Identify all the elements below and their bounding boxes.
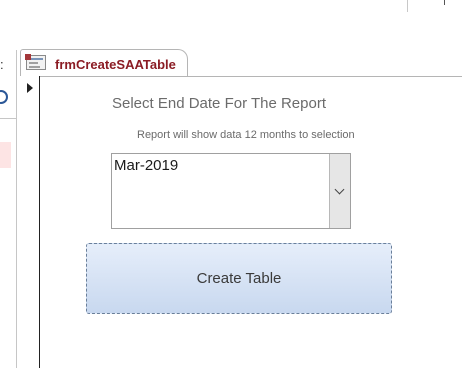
chevron-down-icon <box>334 184 345 195</box>
end-date-value: Mar-2019 <box>114 157 179 174</box>
form-heading: Select End Date For The Report <box>112 95 326 112</box>
document-tab[interactable]: frmCreateSAATable <box>20 49 188 77</box>
record-pointer-icon <box>27 83 33 93</box>
ribbon-mark <box>444 0 445 5</box>
nav-pane-menu-glyph[interactable]: : <box>0 58 6 72</box>
create-table-label: Create Table <box>196 270 282 287</box>
end-date-listbox[interactable]: Mar-2019 <box>111 153 351 229</box>
form-subheading: Report will show data 12 months to selec… <box>137 129 355 141</box>
form-icon <box>25 54 46 70</box>
record-selector[interactable] <box>20 76 40 368</box>
ribbon-divider <box>407 0 408 12</box>
nav-divider <box>0 118 17 119</box>
create-table-button[interactable]: Create Table <box>86 243 392 314</box>
ribbon-area <box>0 0 462 38</box>
dropdown-button[interactable] <box>329 154 350 228</box>
tab-title: frmCreateSAATable <box>55 57 176 72</box>
nav-selected-item[interactable] <box>0 142 11 168</box>
